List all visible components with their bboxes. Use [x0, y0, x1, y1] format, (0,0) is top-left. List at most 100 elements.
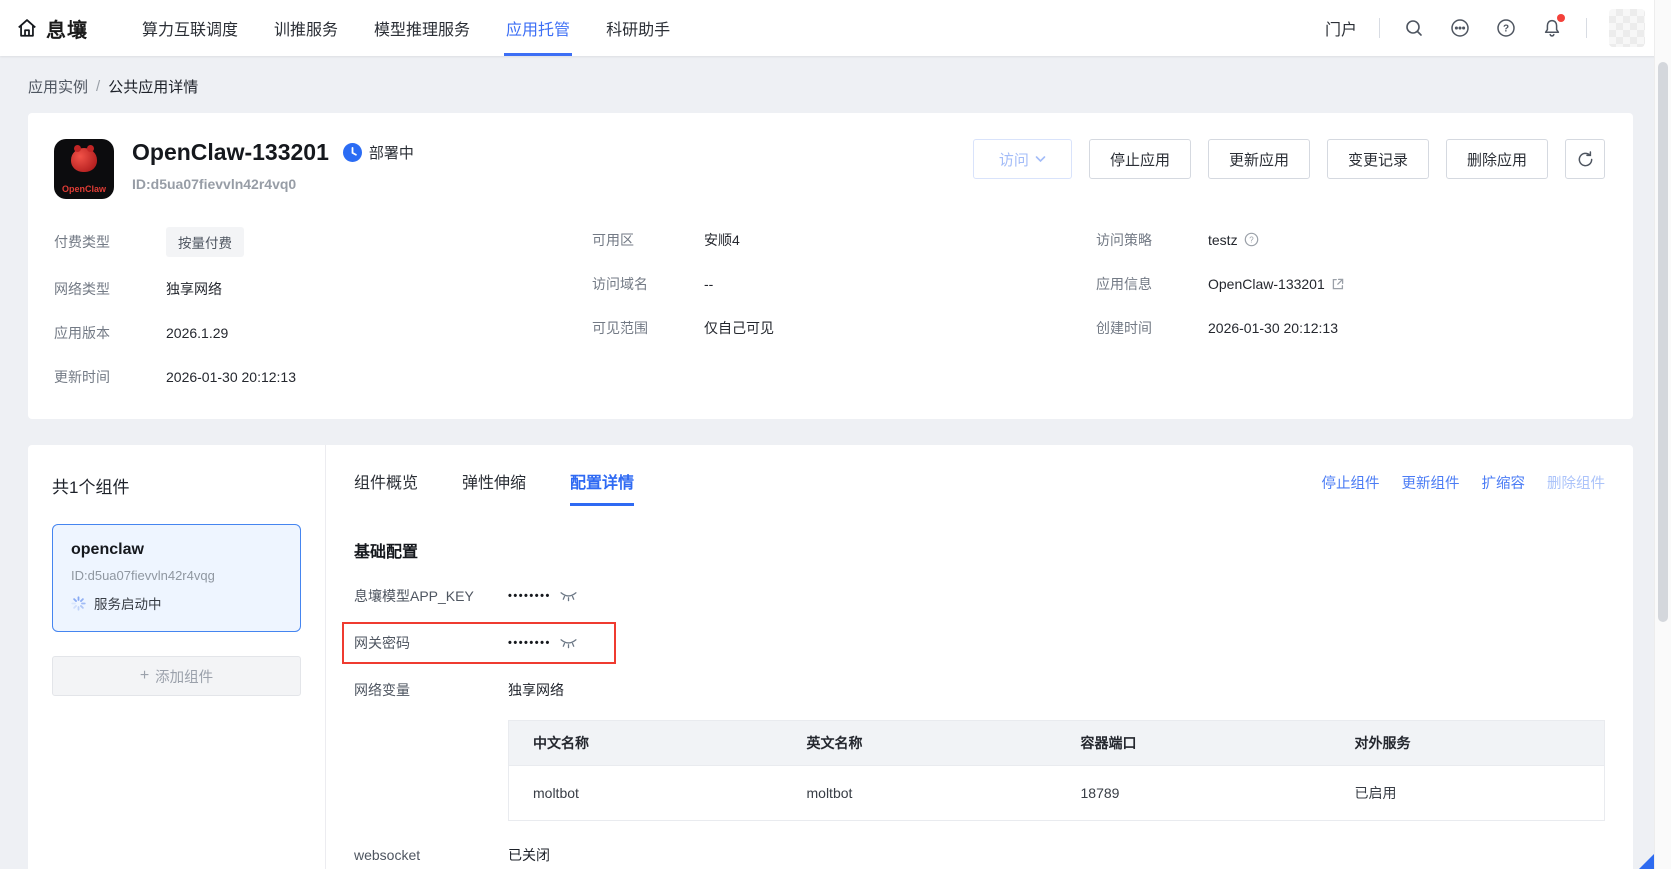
- config-row-network-var: 网络变量 独享网络: [354, 680, 1605, 700]
- delete-component-link[interactable]: 删除组件: [1547, 472, 1605, 493]
- port-table-row: moltbot moltbot 18789 已启用: [509, 766, 1605, 821]
- notification-bell-icon[interactable]: [1540, 16, 1564, 40]
- nav-item-training-service[interactable]: 训推服务: [256, 0, 356, 56]
- nav-item-app-hosting[interactable]: 应用托管: [488, 0, 588, 56]
- component-tabs-row: 组件概览 弹性伸缩 配置详情 停止组件 更新组件 扩缩容 删除组件: [354, 469, 1605, 506]
- eye-closed-icon[interactable]: [560, 637, 577, 650]
- network-var-label: 网络变量: [354, 680, 508, 700]
- tab-component-overview[interactable]: 组件概览: [354, 469, 418, 506]
- nav-item-model-inference[interactable]: 模型推理服务: [356, 0, 488, 56]
- app-actions: 访问 停止应用 更新应用 变更记录 删除应用: [973, 139, 1605, 179]
- field-value: 2026-01-30 20:12:13: [166, 369, 296, 385]
- field-label: 访问策略: [1096, 230, 1208, 250]
- col-header-chinese-name: 中文名称: [509, 721, 783, 766]
- info-row-app-version: 应用版本 2026.1.29: [54, 320, 592, 345]
- app-id: ID:d5ua07fievvln42r4vq0: [132, 176, 414, 192]
- info-row-billing-type: 付费类型 按量付费: [54, 227, 592, 257]
- main-nav: 算力互联调度 训推服务 模型推理服务 应用托管 科研助手: [124, 0, 688, 56]
- scale-component-link[interactable]: 扩缩容: [1482, 472, 1526, 493]
- field-label: 可用区: [592, 230, 704, 250]
- deploy-status: 部署中: [343, 142, 414, 163]
- app-header: OpenClaw OpenClaw-133201 部署中 ID:d5ua07fi…: [54, 139, 1605, 199]
- field-value: 独享网络: [166, 279, 222, 299]
- page-scrollbar[interactable]: [1654, 0, 1671, 869]
- update-component-link[interactable]: 更新组件: [1402, 472, 1460, 493]
- search-icon[interactable]: [1402, 16, 1426, 40]
- field-label: 创建时间: [1096, 318, 1208, 338]
- brand-name: 息壤: [46, 14, 88, 43]
- info-column-2: 可用区 安顺4 访问域名 -- 可见范围 仅自己可见: [592, 227, 1096, 389]
- component-card-openclaw[interactable]: openclaw ID:d5ua07fievvln42r4vqg: [52, 524, 301, 632]
- access-policy-value: testz: [1208, 232, 1238, 248]
- gateway-password-masked-value: ••••••••: [508, 637, 551, 649]
- app-logo: OpenClaw: [54, 139, 114, 199]
- svg-text:?: ?: [1503, 24, 1509, 35]
- help-icon[interactable]: ?: [1494, 16, 1518, 40]
- plus-icon: +: [140, 668, 149, 684]
- refresh-button[interactable]: [1565, 139, 1605, 179]
- app-info-link[interactable]: OpenClaw-133201: [1208, 276, 1325, 292]
- home-icon: [16, 17, 38, 39]
- component-actions: 停止组件 更新组件 扩缩容 删除组件: [1322, 469, 1606, 493]
- nav-item-compute-scheduling[interactable]: 算力互联调度: [124, 0, 256, 56]
- field-label: 更新时间: [54, 367, 166, 387]
- refresh-icon: [1577, 151, 1594, 168]
- delete-app-button[interactable]: 删除应用: [1446, 139, 1548, 179]
- stop-component-link[interactable]: 停止组件: [1322, 472, 1380, 493]
- websocket-label: websocket: [354, 847, 508, 863]
- cell-container-port: 18789: [1057, 766, 1331, 821]
- update-app-button[interactable]: 更新应用: [1208, 139, 1310, 179]
- visit-button[interactable]: 访问: [973, 139, 1072, 179]
- field-label: 访问域名: [592, 274, 704, 294]
- cell-english-name: moltbot: [783, 766, 1057, 821]
- question-circle-icon[interactable]: ?: [1244, 232, 1259, 247]
- component-tabs: 组件概览 弹性伸缩 配置详情: [354, 469, 634, 506]
- port-table: 中文名称 英文名称 容器端口 对外服务 moltbot moltbot 1878…: [508, 720, 1605, 821]
- scrollbar-thumb[interactable]: [1658, 62, 1668, 622]
- field-label: 可见范围: [592, 318, 704, 338]
- brand-logo[interactable]: 息壤: [10, 14, 94, 43]
- field-value: 2026-01-30 20:12:13: [1208, 320, 1338, 336]
- breadcrumb-separator: /: [96, 78, 100, 95]
- config-row-gateway-password: 网关密码 ••••••••: [342, 622, 616, 664]
- chevron-down-icon: [1035, 155, 1046, 163]
- app-logo-text: OpenClaw: [54, 184, 114, 194]
- billing-type-tag: 按量付费: [166, 227, 244, 257]
- svg-text:?: ?: [1249, 236, 1254, 245]
- divider: [1586, 18, 1587, 38]
- info-row-app-info: 应用信息 OpenClaw-133201: [1096, 271, 1605, 296]
- field-value: 仅自己可见: [704, 318, 774, 338]
- app-key-masked-value: ••••••••: [508, 590, 551, 602]
- col-header-container-port: 容器端口: [1057, 721, 1331, 766]
- eye-closed-icon[interactable]: [560, 590, 577, 603]
- add-component-label: 添加组件: [155, 666, 213, 687]
- user-avatar[interactable]: [1609, 9, 1645, 47]
- info-row-availability-zone: 可用区 安顺4: [592, 227, 1096, 252]
- clock-icon: [343, 143, 362, 162]
- external-link-icon[interactable]: [1331, 277, 1345, 291]
- info-row-create-time: 创建时间 2026-01-30 20:12:13: [1096, 315, 1605, 340]
- info-row-access-domain: 访问域名 --: [592, 271, 1096, 296]
- component-status: 服务启动中: [71, 593, 284, 613]
- breadcrumb-app-instances[interactable]: 应用实例: [28, 76, 88, 97]
- config-row-app-key: 息壤模型APP_KEY ••••••••: [354, 586, 1605, 606]
- port-table-header-row: 中文名称 英文名称 容器端口 对外服务: [509, 721, 1605, 766]
- tab-config-details[interactable]: 配置详情: [570, 469, 634, 506]
- cell-chinese-name: moltbot: [509, 766, 783, 821]
- change-log-button[interactable]: 变更记录: [1327, 139, 1429, 179]
- nav-item-research-assistant[interactable]: 科研助手: [588, 0, 688, 56]
- more-icon[interactable]: [1448, 16, 1472, 40]
- component-sidebar: 共1个组件 openclaw ID:d5ua07fievvln42r4vqg: [28, 445, 325, 869]
- component-main-panel: 组件概览 弹性伸缩 配置详情 停止组件 更新组件 扩缩容 删除组件 基础配置 息…: [325, 445, 1633, 869]
- stop-app-button[interactable]: 停止应用: [1089, 139, 1191, 179]
- field-value: 安顺4: [704, 230, 740, 250]
- add-component-button[interactable]: + 添加组件: [52, 656, 301, 696]
- tab-elastic-scaling[interactable]: 弹性伸缩: [462, 469, 526, 506]
- info-row-network-type: 网络类型 独享网络: [54, 276, 592, 301]
- field-label: 应用信息: [1096, 274, 1208, 294]
- app-info-grid: 付费类型 按量付费 网络类型 独享网络 应用版本 2026.1.29 更新时间 …: [54, 227, 1605, 389]
- corner-widget-triangle[interactable]: [1639, 854, 1654, 869]
- portal-link[interactable]: 门户: [1325, 16, 1357, 40]
- top-navbar: 息壤 算力互联调度 训推服务 模型推理服务 应用托管 科研助手 门户 ?: [0, 0, 1671, 56]
- field-label: 付费类型: [54, 232, 166, 252]
